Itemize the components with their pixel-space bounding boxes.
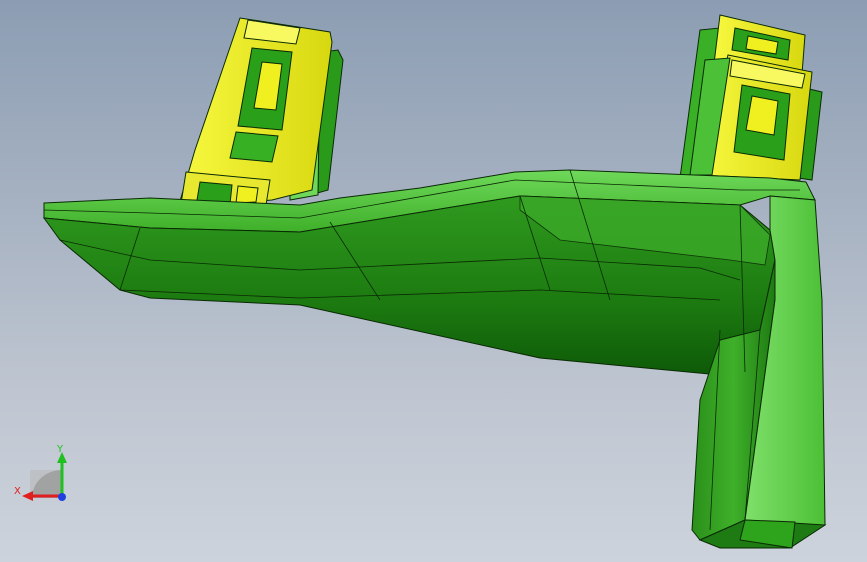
cad-model[interactable] bbox=[0, 0, 867, 562]
left-clip[interactable] bbox=[177, 17, 344, 211]
x-arrow-head bbox=[22, 491, 33, 501]
bracket-body[interactable] bbox=[42, 169, 827, 549]
right-clip[interactable] bbox=[679, 14, 823, 181]
left-clip-window-lower bbox=[229, 131, 279, 163]
y-axis-label: Y bbox=[56, 444, 64, 455]
graphics-viewport[interactable]: Y X bbox=[0, 0, 867, 562]
coordinate-triad: Y X bbox=[14, 444, 67, 501]
left-clip-foot-slot-2 bbox=[235, 185, 259, 204]
x-axis-label: X bbox=[14, 486, 21, 497]
z-axis-dot bbox=[58, 493, 66, 501]
right-clip-window-inner bbox=[745, 95, 779, 136]
